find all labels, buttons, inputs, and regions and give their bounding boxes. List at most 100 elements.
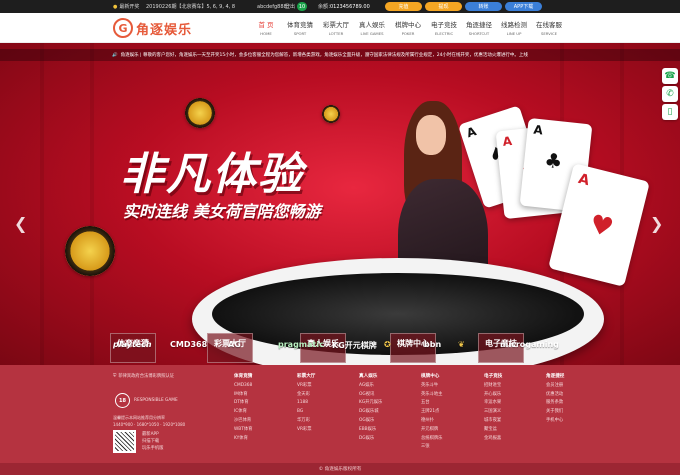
footer-link[interactable]: 英乐斗牛 [421, 382, 442, 391]
footer-link[interactable]: KY体育 [234, 435, 252, 444]
dealer-face [416, 115, 446, 155]
footer-link[interactable]: 华万彩 [297, 417, 315, 426]
draw-result: 20190226期【北京赛车】5, 6, 9, 4, 8 [146, 4, 236, 10]
chat-icon[interactable]: ✆ [662, 86, 678, 102]
partner-logo-playtech: playtech [113, 340, 152, 349]
nav-lineup[interactable]: 线路检测 LINE UP [500, 19, 528, 36]
footer-link[interactable]: 德州扑 [421, 417, 442, 426]
footer-link[interactable]: DG娱乐 [359, 435, 382, 444]
transfer-label: 转账 [478, 4, 489, 10]
footer-link[interactable]: AG娱乐 [359, 382, 382, 391]
nav-sport[interactable]: 体育竞猜 SPORT [286, 19, 314, 36]
nav-label: 彩票大厅 [323, 21, 349, 29]
app-download-label: APP下载 [513, 4, 534, 10]
message-badge[interactable]: 10 [297, 2, 307, 11]
footer-col-esports: 电子竞技 招财进宝 开心娱乐 幸运水果 三国演义 城市夜宴 聚宝盆 金鸡报喜 [484, 373, 502, 443]
nav-live[interactable]: 真人娱乐 LIVE GAMES [357, 19, 387, 36]
resolution-hint: 温馨提示本网站推荐用分辨率 1440*900 · 1680*1050 · 192… [113, 414, 185, 428]
partner-logo-pragmatic: pragmatic [278, 340, 324, 349]
nav-home[interactable]: 首 页 HOME [255, 19, 277, 36]
nav-shortcut[interactable]: 角逐捷径 SHORTCUT [464, 19, 494, 36]
footer-link[interactable]: BG [297, 408, 315, 417]
footer-link[interactable]: 金天彩 [297, 391, 315, 400]
latest-draw[interactable]: ● 最新开奖 [113, 0, 139, 13]
footer-col-head: 体育竞猜 [234, 374, 253, 379]
footer-link[interactable]: 会员注册 [546, 382, 564, 391]
footer-link[interactable]: WBT体育 [234, 426, 252, 435]
nav-label: 体育竞猜 [287, 21, 313, 29]
casino-chip-icon [65, 226, 115, 276]
footer-link[interactable]: 优惠活动 [546, 391, 564, 400]
balance-value: 0123456789.00 [330, 3, 370, 10]
footer-link[interactable]: IM体育 [234, 391, 252, 400]
footer-link[interactable]: 服务条款 [546, 399, 564, 408]
nav-sublabel: SHORTCUT [468, 31, 490, 36]
footer-link[interactable]: 王牌21点 [421, 408, 442, 417]
footer-link[interactable]: 关于我们 [546, 408, 564, 417]
mobile-icon[interactable]: ▯ [662, 104, 678, 120]
partner-logo-kg: KG开元棋牌 [332, 341, 377, 350]
deposit-button[interactable]: 充值 [385, 2, 422, 11]
footer-link[interactable]: 聚宝盆 [484, 426, 502, 435]
qr-code-icon [113, 430, 136, 453]
footer-link[interactable]: 沙巴体育 [234, 417, 252, 426]
footer-link[interactable]: 总统棋牌乐 [421, 435, 442, 444]
partner-logo-cmd368: CMD368 [170, 340, 208, 349]
transfer-button[interactable]: 转账 [465, 2, 502, 11]
footer-link[interactable]: 金鸡报喜 [484, 435, 502, 444]
footer-link[interactable]: OG娱乐 [359, 417, 382, 426]
copyright-bar: © 角逐娱乐版权所有 [0, 463, 680, 475]
side-float-bar: ☎ ✆ ▯ [662, 68, 680, 122]
app-download-button[interactable]: APP下载 [505, 2, 542, 11]
footer-col-lottery: 彩票大厅 VR彩票 金天彩 1188 BG 华万彩 VR彩票 [297, 373, 315, 435]
footer-link[interactable]: 开心娱乐 [484, 391, 502, 400]
footer-link[interactable]: KG开元娱乐 [359, 399, 382, 408]
footer-link[interactable]: 五台 [421, 399, 442, 408]
footer-link[interactable]: CMD368 [234, 382, 252, 391]
nav-poker[interactable]: 棋牌中心 POKER [394, 19, 422, 36]
license-label: 菲律宾政府合法博彩牌照认证 [118, 374, 175, 379]
deposit-label: 充值 [398, 4, 409, 10]
footer-link[interactable]: 英乐斗地主 [421, 391, 442, 400]
footer-link[interactable]: OG视讯 [359, 391, 382, 400]
footer-link[interactable]: 城市夜宴 [484, 417, 502, 426]
latest-draw-label: 最新开奖 [119, 4, 140, 10]
carousel-prev-icon[interactable]: ❮ [14, 214, 27, 233]
footer-col-sport: 体育竞猜 CMD368 IM体育 DT体育 IC体育 沙巴体育 WBT体育 KY… [234, 373, 252, 443]
footer-link[interactable]: EBB娱乐 [359, 426, 382, 435]
casino-chip-icon [322, 105, 340, 123]
logo[interactable]: G 角逐娱乐 [113, 17, 192, 39]
top-bar: ● 最新开奖 20190226期【北京赛车】5, 6, 9, 4, 8 abcd… [0, 0, 680, 13]
footer-link[interactable]: 1188 [297, 399, 315, 408]
footer-link[interactable]: DT体育 [234, 399, 252, 408]
nav-sublabel: ELECTRIC [434, 31, 454, 36]
logout-link[interactable]: 登出 [285, 0, 295, 13]
partner-logo-bbn: bbn [424, 340, 442, 349]
headset-icon[interactable]: ☎ [662, 68, 678, 84]
footer-link[interactable]: VR彩票 [297, 382, 315, 391]
hero-banner[interactable]: 非凡体验 实时连线 美女荷官陪您畅游 A♠ A♦ A♣ A♥ 体育竞猜 彩票大厅… [0, 43, 680, 365]
footer-link[interactable]: DG娱乐城 [359, 408, 382, 417]
footer-link[interactable]: 三张 [421, 443, 442, 452]
withdraw-button[interactable]: 提现 [425, 2, 462, 11]
nav-service[interactable]: 在线客服 SERVICE [534, 19, 564, 36]
footer-link[interactable]: 三国演义 [484, 408, 502, 417]
footer-link[interactable]: 招财进宝 [484, 382, 502, 391]
nav-label: 真人娱乐 [359, 21, 385, 29]
notice-marquee: 🔊 角逐娱乐 | 尊敬的客户您好，角逐娱乐一天至开奖15小时，会多位客服全程为您… [0, 49, 680, 61]
nav-electric[interactable]: 电子竞技 ELECTRIC [429, 19, 459, 36]
footer-link[interactable]: IC体育 [234, 408, 252, 417]
withdraw-label: 提现 [438, 4, 449, 10]
nav-label: 在线客服 [536, 21, 562, 29]
nav-lottery[interactable]: 彩票大厅 LOTTER [322, 19, 350, 36]
curtain-fold [40, 43, 44, 365]
footer-link[interactable]: 幸运水果 [484, 399, 502, 408]
nav-sublabel: SERVICE [540, 31, 557, 36]
footer-link[interactable]: VR彩票 [297, 426, 315, 435]
username[interactable]: abcdefg888 [257, 0, 287, 13]
carousel-next-icon[interactable]: ❯ [650, 214, 663, 233]
footer-col-live: 真人娱乐 AG娱乐 OG视讯 KG开元娱乐 DG娱乐城 OG娱乐 EBB娱乐 D… [359, 373, 382, 443]
footer-link[interactable]: 开元棋牌 [421, 426, 442, 435]
trophy-icon: ● [113, 3, 118, 10]
footer-link[interactable]: 手机中心 [546, 417, 564, 426]
